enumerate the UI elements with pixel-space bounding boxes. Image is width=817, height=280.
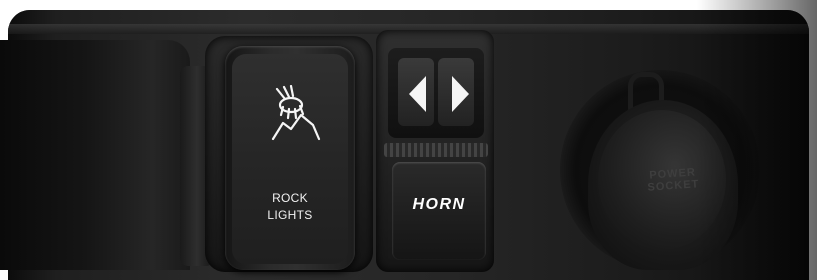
arrow-left-icon <box>409 76 426 112</box>
right-vignette <box>697 0 817 280</box>
arrow-right-icon <box>452 76 469 112</box>
rock-lights-label-line1: ROCK <box>272 191 308 205</box>
partial-rocker-switch <box>0 40 190 270</box>
horn-label: HORN <box>412 196 466 213</box>
rock-lights-icon <box>271 85 321 141</box>
rock-lights-label: ROCK LIGHTS <box>248 190 332 224</box>
switch-divider <box>384 143 488 157</box>
rock-lights-label-line2: LIGHTS <box>267 208 313 222</box>
